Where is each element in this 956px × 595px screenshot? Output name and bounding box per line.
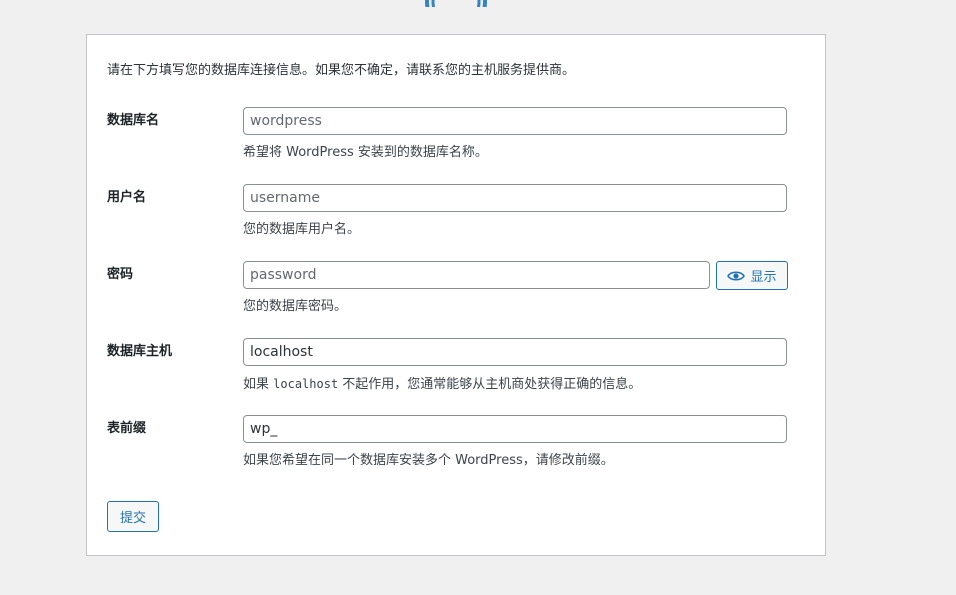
dbhost-description-prefix: 如果 xyxy=(243,377,274,392)
password-input[interactable] xyxy=(243,261,710,289)
username-label: 用户名 xyxy=(107,190,147,205)
prefix-description: 如果您希望在同一个数据库安装多个 WordPress，请修改前缀。 xyxy=(243,453,614,468)
dbname-input[interactable] xyxy=(243,107,787,135)
dbhost-description-code: localhost xyxy=(273,377,339,391)
dbhost-input[interactable] xyxy=(243,338,787,366)
dbhost-label: 数据库主机 xyxy=(107,344,173,359)
password-label: 密码 xyxy=(107,267,134,282)
dbhost-description: 如果 localhost 不起作用，您通常能够从主机商处获得正确的信息。 xyxy=(243,375,641,394)
eye-icon xyxy=(727,270,746,282)
username-description: 您的数据库用户名。 xyxy=(243,222,361,237)
setup-config-form: 请在下方填写您的数据库连接信息。如果您不确定，请联系您的主机服务提供商。 数据库… xyxy=(86,34,826,556)
submit-button[interactable]: 提交 xyxy=(107,501,159,532)
dbhost-description-suffix: 不起作用，您通常能够从主机商处获得正确的信息。 xyxy=(338,377,642,392)
prefix-label: 表前缀 xyxy=(107,421,147,436)
intro-text: 请在下方填写您的数据库连接信息。如果您不确定，请联系您的主机服务提供商。 xyxy=(107,63,576,78)
password-description: 您的数据库密码。 xyxy=(243,299,348,314)
dbname-description: 希望将 WordPress 安装到的数据库名称。 xyxy=(243,145,488,160)
show-password-button[interactable]: 显示 xyxy=(716,261,788,290)
show-password-label: 显示 xyxy=(750,269,777,284)
username-input[interactable] xyxy=(243,184,787,212)
dbname-label: 数据库名 xyxy=(107,113,160,128)
wordpress-logo-icon[interactable] xyxy=(424,0,488,7)
prefix-input[interactable] xyxy=(243,415,787,443)
setup-page: 请在下方填写您的数据库连接信息。如果您不确定，请联系您的主机服务提供商。 数据库… xyxy=(0,0,956,595)
